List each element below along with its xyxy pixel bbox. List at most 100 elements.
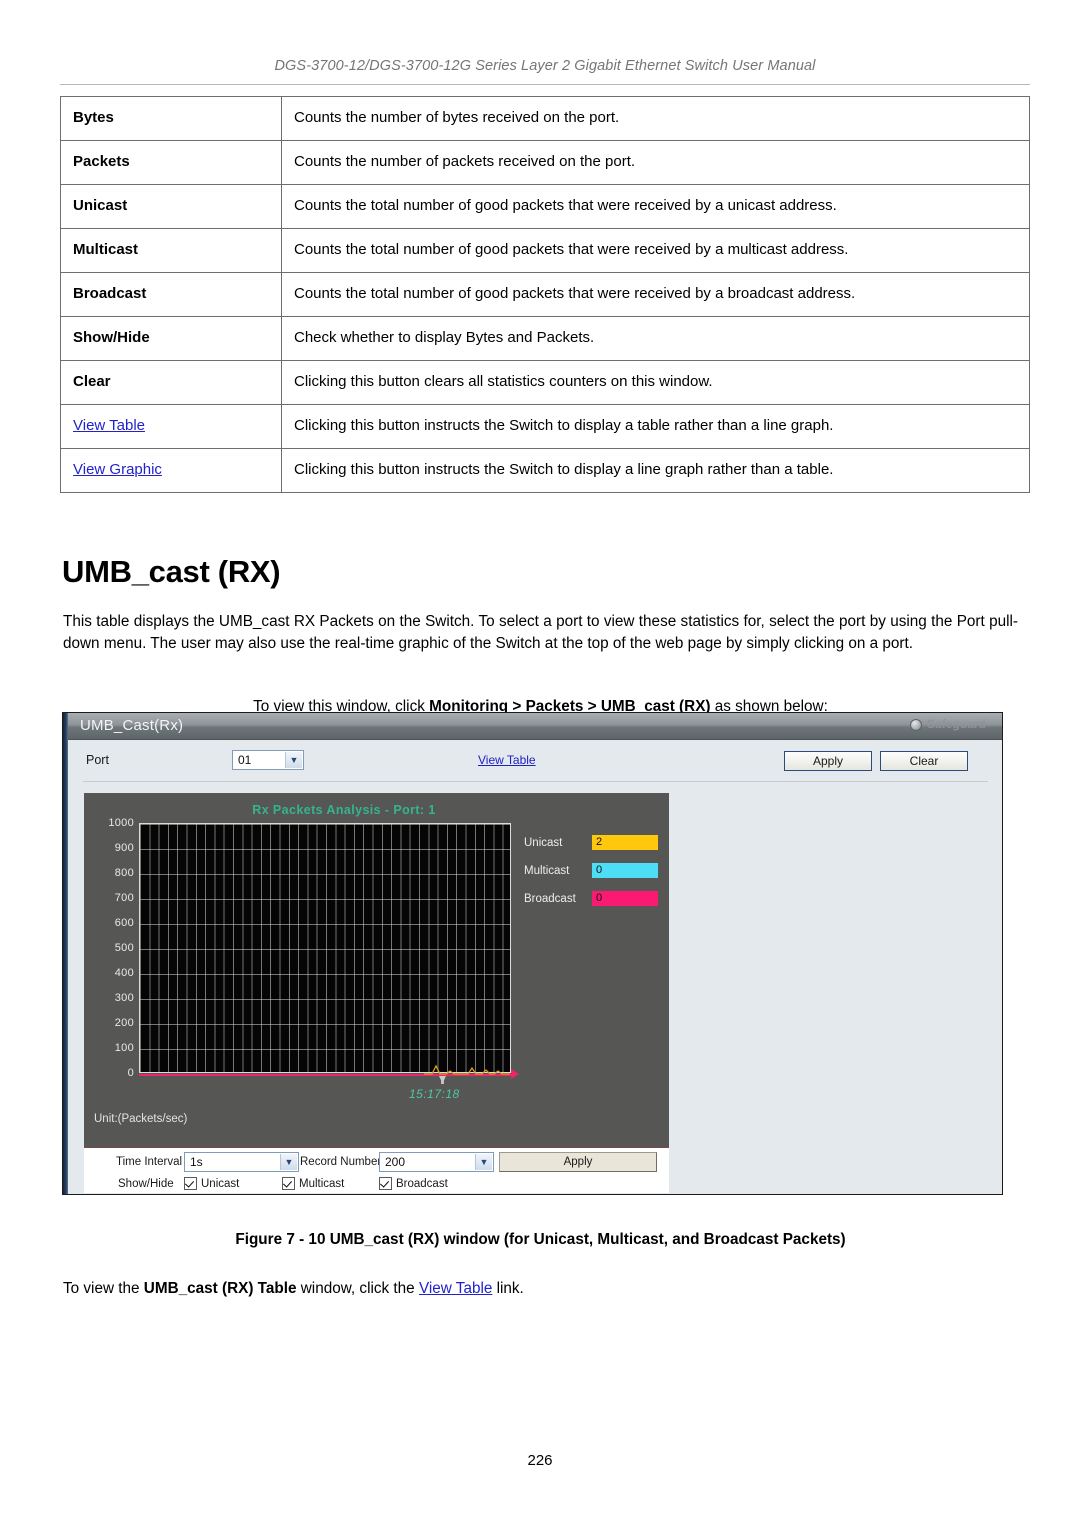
checkbox-checked-icon [282,1177,295,1190]
unicast-checkbox[interactable]: Unicast [184,1177,239,1190]
y-axis-tick: 1000 [108,817,134,829]
table-row: Show/Hide Check whether to display Bytes… [60,316,1030,361]
running-header: DGS-3700-12/DGS-3700-12G Series Layer 2 … [274,58,816,74]
closing-middle: window, click the [296,1280,419,1298]
safeguard-label: Safeguard [927,719,986,731]
port-selection-row: Port 01 ▼ View Table Apply Clear [68,740,1002,780]
table-row: Broadcast Counts the total number of goo… [60,272,1030,317]
view-table-link[interactable]: View Table [478,753,536,767]
table-row: Clear Clicking this button clears all st… [60,360,1030,405]
port-label: Port [86,753,109,767]
broadcast-checkbox-label: Broadcast [396,1177,448,1190]
param-name-cell: Clear [60,360,282,405]
legend-label: Broadcast [524,893,576,905]
time-interval-select[interactable]: 1s ▼ [184,1152,299,1172]
param-name-cell: Unicast [60,184,282,229]
chevron-down-icon: ▼ [475,1154,492,1170]
y-axis-tick: 0 [127,1067,134,1079]
legend-value-broadcast: 0 [592,891,658,906]
figure-caption: Figure 7 - 10 UMB_cast (RX) window (for … [235,1231,846,1248]
legend-item: Multicast 0 [524,863,660,881]
y-axis-tick: 900 [114,842,134,854]
time-cursor-icon [439,1076,446,1084]
table-body: Bytes Counts the number of bytes receive… [60,96,1030,493]
parameter-description-table: Bytes Counts the number of bytes receive… [60,96,1030,493]
y-axis-tick: 300 [114,992,134,1004]
view-table-doc-link[interactable]: View Table [73,417,145,434]
multicast-checkbox[interactable]: Multicast [282,1177,344,1190]
section-divider [83,781,988,782]
record-number-label: Record Number [300,1156,382,1168]
param-name-cell: Broadcast [60,272,282,317]
param-description-cell: Counts the number of packets received on… [281,140,1030,185]
window-title: UMB_Cast(Rx) [80,717,184,734]
param-description-cell: Clicking this button instructs the Switc… [281,404,1030,449]
y-axis-tick: 500 [114,942,134,954]
header-rule [60,84,1030,85]
table-row: View Table Clicking this button instruct… [60,404,1030,449]
y-axis-tick: 700 [114,892,134,904]
multicast-checkbox-label: Multicast [299,1177,345,1190]
port-select-value: 01 [238,753,252,767]
closing-prefix: To view the [63,1280,144,1298]
param-description-cell: Clicking this button clears all statisti… [281,360,1030,405]
chevron-down-icon: ▼ [285,752,302,768]
plot-area [139,823,511,1073]
x-axis-arrow-icon [511,1069,519,1079]
legend-value-unicast: 2 [592,835,658,850]
param-name-cell: View Table [60,404,282,449]
clear-button[interactable]: Clear [880,751,968,771]
window-left-rail [63,713,68,1194]
y-axis-tick: 600 [114,917,134,929]
show-hide-label: Show/Hide [118,1178,174,1190]
unicast-data-trace [424,1064,510,1075]
table-row: Multicast Counts the total number of goo… [60,228,1030,273]
y-axis-tick: 200 [114,1017,134,1029]
param-description-cell: Clicking this button instructs the Switc… [281,448,1030,493]
graph-controls-strip: Time Interval 1s ▼ Record Number 200 ▼ A… [84,1147,669,1193]
param-description-cell: Counts the total number of good packets … [281,184,1030,229]
safeguard-indicator: Safeguard [910,719,986,731]
page-number: 226 [527,1452,553,1469]
param-name-cell: Show/Hide [60,316,282,361]
legend-value-multicast: 0 [592,863,658,878]
param-name-cell: Bytes [60,96,282,141]
record-number-value: 200 [385,1155,406,1169]
record-number-select[interactable]: 200 ▼ [379,1152,494,1172]
legend-label: Multicast [524,865,570,877]
legend-label: Unicast [524,837,563,849]
apply-button[interactable]: Apply [784,751,872,771]
param-description-cell: Counts the total number of good packets … [281,272,1030,317]
rx-packets-graph: Rx Packets Analysis - Port: 1 1000 900 8… [84,793,669,1147]
param-description-cell: Counts the total number of good packets … [281,228,1030,273]
closing-suffix: link. [492,1280,524,1298]
graph-legend: Unicast 2 Multicast 0 Broadcast 0 [524,835,660,919]
legend-item: Unicast 2 [524,835,660,853]
time-interval-value: 1s [190,1155,203,1169]
safeguard-led-icon [910,719,923,731]
view-table-closing-link[interactable]: View Table [419,1280,492,1297]
param-description-cell: Counts the number of bytes received on t… [281,96,1030,141]
param-name-cell: View Graphic [60,448,282,493]
section-paragraph: This table displays the UMB_cast RX Pack… [63,613,1018,653]
time-interval-label: Time Interval [116,1156,183,1168]
port-select[interactable]: 01 ▼ [232,750,304,770]
window-titlebar: UMB_Cast(Rx) Safeguard [68,713,1002,740]
graph-timestamp: 15:17:18 [409,1087,460,1101]
y-axis: 1000 900 800 700 600 500 400 300 200 100… [92,817,134,1079]
view-graphic-doc-link[interactable]: View Graphic [73,461,162,478]
legend-item: Broadcast 0 [524,891,660,909]
table-row: Packets Counts the number of packets rec… [60,140,1030,185]
page-title: UMB_cast (RX) [62,553,281,589]
unicast-checkbox-label: Unicast [201,1177,240,1190]
unit-label: Unit:(Packets/sec) [94,1113,188,1125]
graph-apply-button[interactable]: Apply [499,1152,657,1172]
y-axis-tick: 400 [114,967,134,979]
closing-paragraph: To view the UMB_cast (RX) Table window, … [63,1278,1018,1300]
table-row: Bytes Counts the number of bytes receive… [60,96,1030,141]
chevron-down-icon: ▼ [280,1154,297,1170]
param-description-cell: Check whether to display Bytes and Packe… [281,316,1030,361]
broadcast-checkbox[interactable]: Broadcast [379,1177,448,1190]
table-row: Unicast Counts the total number of good … [60,184,1030,229]
graph-title: Rx Packets Analysis - Port: 1 [252,803,436,817]
